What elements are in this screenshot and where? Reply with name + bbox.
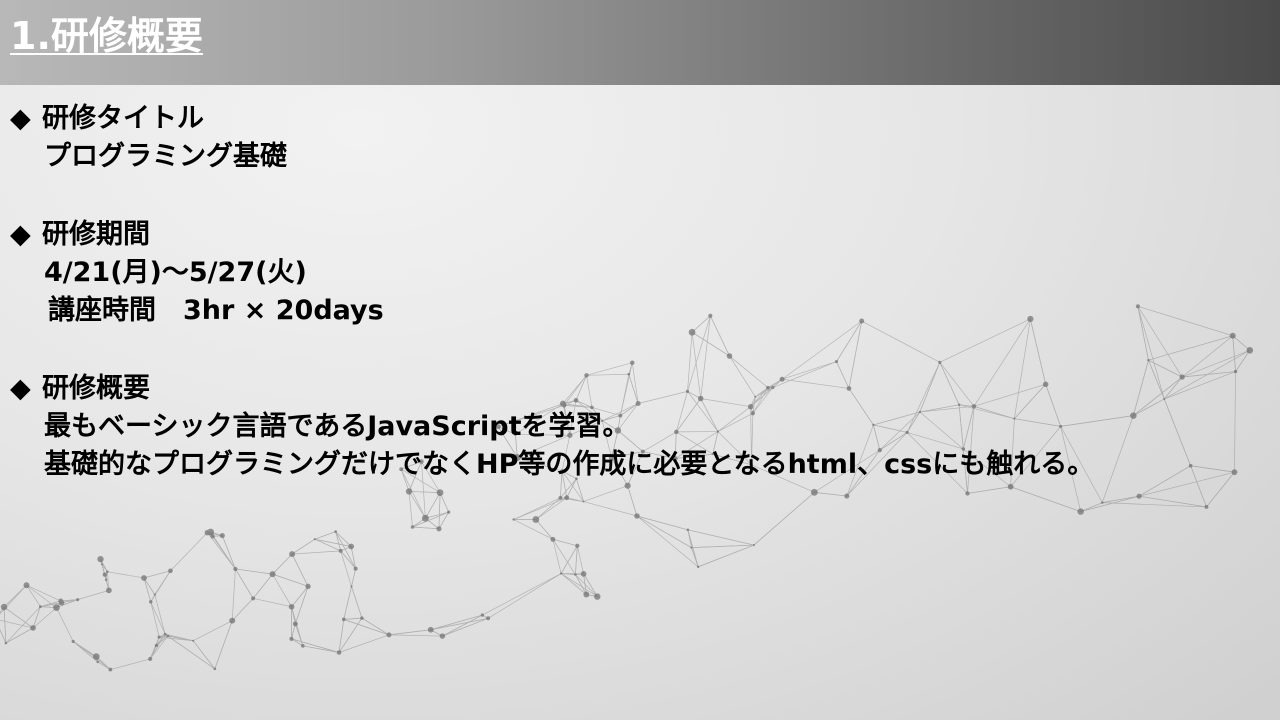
diamond-icon: ◆ [10, 373, 31, 404]
training-title-value: プログラミング基礎 [44, 141, 287, 172]
section-title-heading: ◆ 研修タイトル [10, 100, 1272, 138]
slide-title: 1.研修概要 [10, 14, 203, 58]
overview-line-1: 最もベーシック言語であるJavaScriptを学習。 [44, 411, 630, 442]
heading-text: 研修期間 [42, 219, 150, 250]
diamond-icon: ◆ [10, 219, 31, 250]
title-bar: 1.研修概要 [0, 0, 1280, 85]
training-hours: 講座時間 3hr × 20days [48, 295, 384, 326]
heading-text: 研修タイトル [42, 103, 204, 134]
slide-body: ◆ 研修タイトル プログラミング基礎 ◆ 研修期間 4/21(月)～5/27(火) … [10, 100, 1272, 484]
heading-text: 研修概要 [42, 373, 150, 404]
section-overview-heading: ◆ 研修概要 [10, 370, 1272, 408]
training-dates: 4/21(月)～5/27(火) [44, 257, 307, 288]
section-period-heading: ◆ 研修期間 [10, 216, 1272, 254]
overview-line-2: 基礎的なプログラミングだけでなくHP等の作成に必要となるhtml、cssにも触れ… [44, 449, 1095, 480]
diamond-icon: ◆ [10, 103, 31, 134]
